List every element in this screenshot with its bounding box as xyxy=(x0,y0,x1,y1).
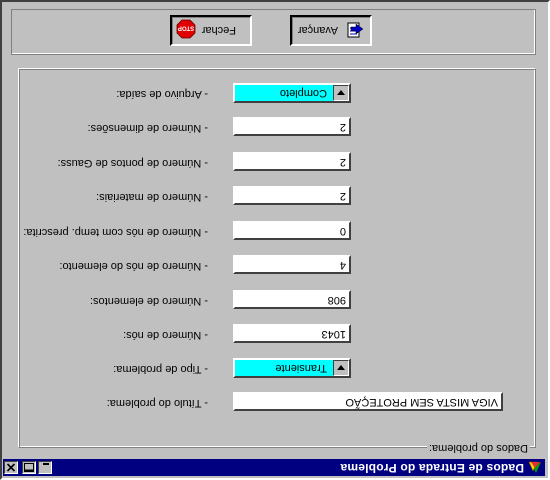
app-icon xyxy=(528,461,542,474)
arquivo-dropdown-button[interactable] xyxy=(333,85,349,101)
chevron-down-icon xyxy=(337,90,345,95)
tipo-select-value: Transiente xyxy=(275,362,327,374)
label-materiais: - Número de materiais: xyxy=(96,191,208,203)
button-bar xyxy=(11,9,536,55)
title-bar[interactable]: Dados de Entrada do Problema xyxy=(3,459,545,476)
dimensoes-field[interactable]: 2 xyxy=(233,117,351,136)
fechar-button[interactable]: Fechar STOP xyxy=(170,15,252,46)
window-title: Dados de Entrada do Problema xyxy=(340,461,524,475)
label-nos-elemento: - Número de nós do elemento: xyxy=(59,260,208,272)
dialog-window: Dados de Entrada do Problema Dados do pr… xyxy=(0,0,550,480)
label-pontos-gauss: - Número de pontos de Gauss: xyxy=(57,157,208,169)
label-elementos: - Número de elementos: xyxy=(90,295,208,307)
tipo-dropdown-button[interactable] xyxy=(333,360,349,376)
chevron-down-icon xyxy=(337,365,345,370)
label-nos: - Número de nós: xyxy=(123,329,208,341)
elementos-field[interactable]: 908 xyxy=(233,290,351,309)
label-titulo: - Título do problema: xyxy=(106,397,208,409)
next-page-icon xyxy=(344,16,364,39)
label-dimensoes: - Número de dimensões: xyxy=(87,122,208,134)
pontos-gauss-field[interactable]: 2 xyxy=(233,152,351,171)
maximize-button[interactable] xyxy=(22,461,36,474)
label-arquivo: - Arquivo de saída: xyxy=(116,88,208,100)
avancar-label: Avançar xyxy=(297,24,338,36)
group-legend: Dados do problema: xyxy=(426,442,530,454)
close-button[interactable] xyxy=(4,461,18,474)
label-nos-temp: - Número de nós com temp. prescrita: xyxy=(23,226,208,238)
materiais-field[interactable]: 2 xyxy=(233,186,351,205)
close-icon xyxy=(6,463,16,472)
stop-sign-icon: STOP xyxy=(176,16,196,39)
avancar-button[interactable]: Avançar xyxy=(290,15,372,46)
maximize-icon xyxy=(24,463,34,472)
nos-field[interactable]: 1043 xyxy=(233,324,351,343)
arquivo-select-value: Completo xyxy=(279,87,327,99)
fechar-label: Fechar xyxy=(201,24,236,36)
nos-temp-field[interactable]: 0 xyxy=(233,221,351,240)
stop-sign-text: STOP xyxy=(178,25,194,31)
minimize-button[interactable] xyxy=(38,461,52,474)
arquivo-select[interactable]: Completo xyxy=(233,83,351,103)
titulo-field[interactable]: VIGA MISTA SEM PROTEÇÃO xyxy=(233,392,503,411)
label-tipo: - Tipo de problema: xyxy=(113,363,208,375)
nos-elemento-field[interactable]: 4 xyxy=(233,255,351,274)
minimize-icon xyxy=(43,463,49,465)
tipo-select[interactable]: Transiente xyxy=(233,358,351,378)
